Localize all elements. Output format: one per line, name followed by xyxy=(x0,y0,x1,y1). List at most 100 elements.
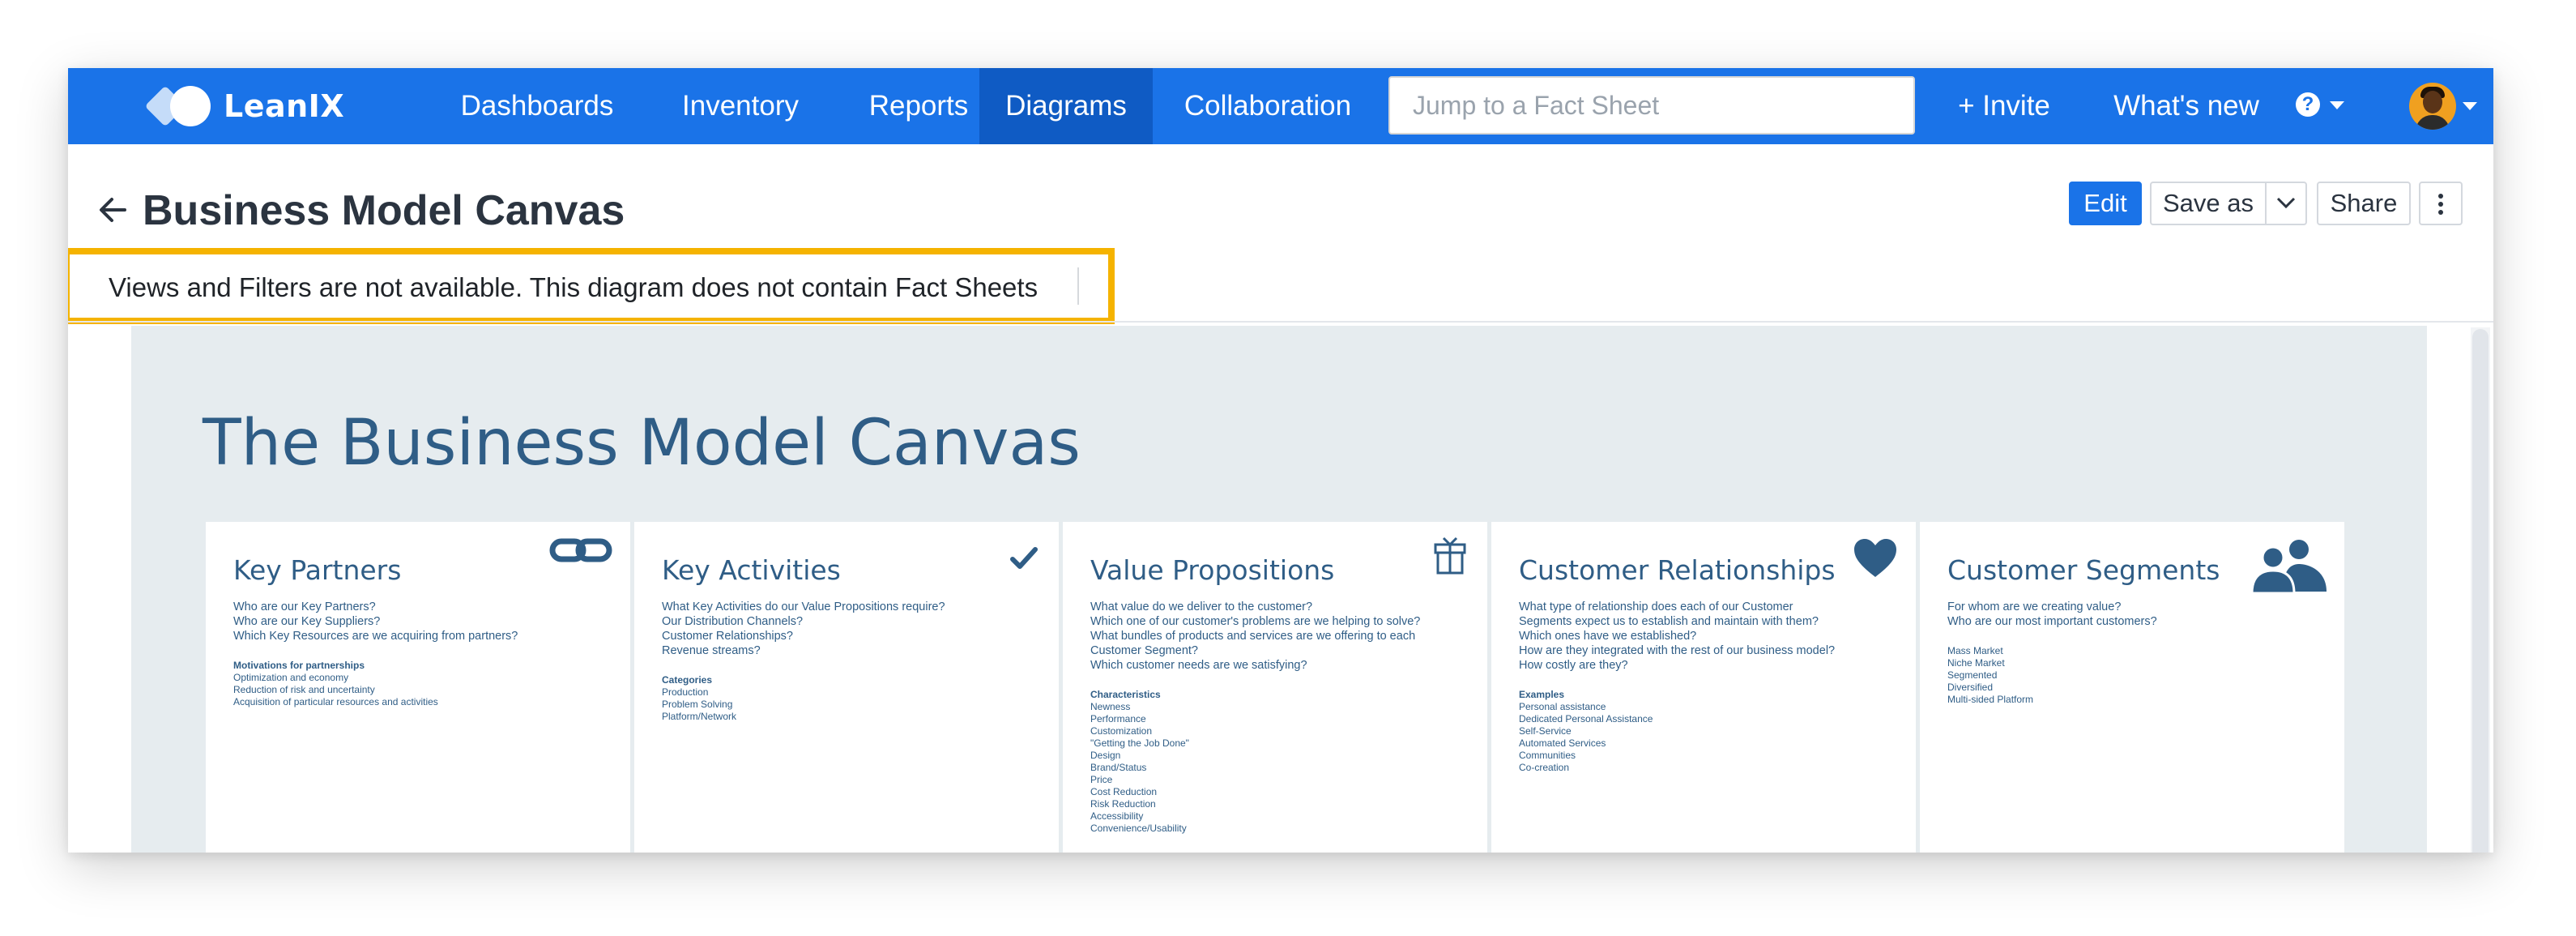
gift-icon xyxy=(1434,536,1466,575)
edit-button[interactable]: Edit xyxy=(2069,182,2142,225)
whats-new-link[interactable]: What's new xyxy=(2085,68,2288,144)
nav-collaboration[interactable]: Collaboration xyxy=(1163,68,1372,144)
section-heading: Categories xyxy=(662,674,713,686)
list-item: Segmented xyxy=(1947,669,1998,681)
user-avatar[interactable] xyxy=(2409,83,2456,130)
list-item: Multi-sided Platform xyxy=(1947,694,2034,705)
section-heading: Examples xyxy=(1519,689,1565,700)
list-item: Self-Service xyxy=(1519,725,1572,737)
card-customer-segments[interactable]: Customer Segments For whom are we creati… xyxy=(1920,522,2344,853)
question-line: Segments expect us to establish and main… xyxy=(1519,615,1819,628)
list-item: Reduction of risk and uncertainty xyxy=(233,684,375,695)
question-line: What Key Activities do our Value Proposi… xyxy=(662,600,945,613)
nav-reports[interactable]: Reports xyxy=(846,68,992,144)
page-title: Business Model Canvas xyxy=(143,187,625,234)
question-line: Who are our Key Suppliers? xyxy=(233,615,381,628)
question-line: Which Key Resources are we acquiring fro… xyxy=(233,630,518,643)
heart-icon xyxy=(1854,539,1896,577)
header-divider xyxy=(68,321,2493,323)
nav-inventory[interactable]: Inventory xyxy=(656,68,825,144)
list-item: Dedicated Personal Assistance xyxy=(1519,713,1653,724)
list-item: Production xyxy=(662,686,709,698)
question-line: Which customer needs are we satisfying? xyxy=(1090,659,1307,672)
card-title: Customer Relationships xyxy=(1519,554,1836,586)
card-customer-relationships[interactable]: Customer Relationships What type of rela… xyxy=(1491,522,1916,853)
users-icon xyxy=(2250,540,2327,593)
canvas-title: The Business Model Canvas xyxy=(203,407,1081,480)
list-item: "Getting the Job Done" xyxy=(1090,737,1189,749)
chevron-down-icon xyxy=(2276,197,2296,209)
card-value-propositions[interactable]: Value Propositions What value do we deli… xyxy=(1063,522,1487,853)
back-arrow-icon[interactable] xyxy=(92,190,133,230)
list-item: Risk Reduction xyxy=(1090,798,1156,810)
nav-dashboards[interactable]: Dashboards xyxy=(444,68,630,144)
nav-diagrams[interactable]: Diagrams xyxy=(979,68,1153,144)
section-heading: Motivations for partnerships xyxy=(233,660,365,671)
list-item: Price xyxy=(1090,774,1113,785)
list-item: Optimization and economy xyxy=(233,672,349,683)
list-item: Brand/Status xyxy=(1090,762,1147,773)
list-item: Performance xyxy=(1090,713,1146,724)
list-item: Accessibility xyxy=(1090,810,1144,822)
card-title: Value Propositions xyxy=(1090,554,1335,586)
section-heading: Characteristics xyxy=(1090,689,1161,700)
question-line: How costly are they? xyxy=(1519,659,1628,672)
question-line: Our Distribution Channels? xyxy=(662,615,804,628)
notice-text: Views and Filters are not available. Thi… xyxy=(109,272,1039,302)
card-key-activities[interactable]: Key Activities What Key Activities do ou… xyxy=(634,522,1059,853)
question-line: Which one of our customer's problems are… xyxy=(1090,615,1421,628)
list-item: Customization xyxy=(1090,725,1153,737)
question-line: How are they integrated with the rest of… xyxy=(1519,644,1836,657)
card-title: Customer Segments xyxy=(1947,554,2220,586)
question-line: Customer Segment? xyxy=(1090,644,1198,657)
diagram-canvas[interactable]: The Business Model Canvas Key Partners W… xyxy=(131,326,2427,853)
list-item: Niche Market xyxy=(1947,657,2005,669)
save-as-dropdown-button[interactable] xyxy=(2265,182,2307,225)
chevron-down-icon xyxy=(2330,101,2344,109)
list-item: Convenience/Usability xyxy=(1090,823,1187,834)
leanix-logo[interactable]: LeanIX xyxy=(144,84,345,128)
card-title: Key Activities xyxy=(662,554,841,586)
list-item: Diversified xyxy=(1947,682,1994,693)
question-line: What value do we deliver to the customer… xyxy=(1090,600,1313,613)
notice-divider xyxy=(1077,267,1079,305)
list-item: Platform/Network xyxy=(662,711,737,722)
list-item: Personal assistance xyxy=(1519,701,1606,712)
list-item: Co-creation xyxy=(1519,762,1570,773)
kebab-menu-icon xyxy=(2438,194,2443,215)
invite-button[interactable]: + Invite xyxy=(1931,68,2077,144)
canvas-scrollbar-thumb[interactable] xyxy=(2472,329,2489,853)
question-line: Who are our Key Partners? xyxy=(233,600,376,613)
jump-to-fact-sheet-input[interactable] xyxy=(1388,76,1915,135)
save-as-button[interactable]: Save as xyxy=(2150,182,2267,225)
link-icon xyxy=(549,538,612,562)
list-item: Cost Reduction xyxy=(1090,786,1158,797)
share-button[interactable]: Share xyxy=(2317,182,2411,225)
leanix-logo-icon xyxy=(144,84,215,128)
more-options-button[interactable] xyxy=(2419,182,2463,225)
question-line: Customer Relationships? xyxy=(662,630,793,643)
help-menu-button[interactable]: ? xyxy=(2296,92,2369,120)
question-line: What type of relationship does each of o… xyxy=(1519,600,1793,613)
question-line: Revenue streams? xyxy=(662,644,761,657)
list-item: Mass Market xyxy=(1947,645,2003,656)
list-item: Newness xyxy=(1090,701,1131,712)
card-title: Key Partners xyxy=(233,554,402,586)
checkmark-icon xyxy=(1010,547,1038,569)
brand-name: LeanIX xyxy=(224,88,345,124)
list-item: Problem Solving xyxy=(662,699,733,710)
views-filters-notice: Views and Filters are not available. Thi… xyxy=(68,248,1115,324)
list-item: Automated Services xyxy=(1519,737,1606,749)
question-line: For whom are we creating value? xyxy=(1947,600,2122,613)
top-navigation-bar: LeanIX Dashboards Inventory Reports Diag… xyxy=(68,68,2493,144)
chevron-down-icon[interactable] xyxy=(2463,102,2477,110)
app-window: LeanIX Dashboards Inventory Reports Diag… xyxy=(68,68,2493,853)
question-line: Who are our most important customers? xyxy=(1947,615,2157,628)
help-icon: ? xyxy=(2296,92,2320,117)
question-line: Which ones have we established? xyxy=(1519,630,1697,643)
list-item: Communities xyxy=(1519,750,1576,761)
question-line: What bundles of products and services ar… xyxy=(1090,630,1416,643)
list-item: Acquisition of particular resources and … xyxy=(233,696,438,707)
list-item: Design xyxy=(1090,750,1121,761)
card-key-partners[interactable]: Key Partners Who are our Key Partners? W… xyxy=(206,522,630,853)
